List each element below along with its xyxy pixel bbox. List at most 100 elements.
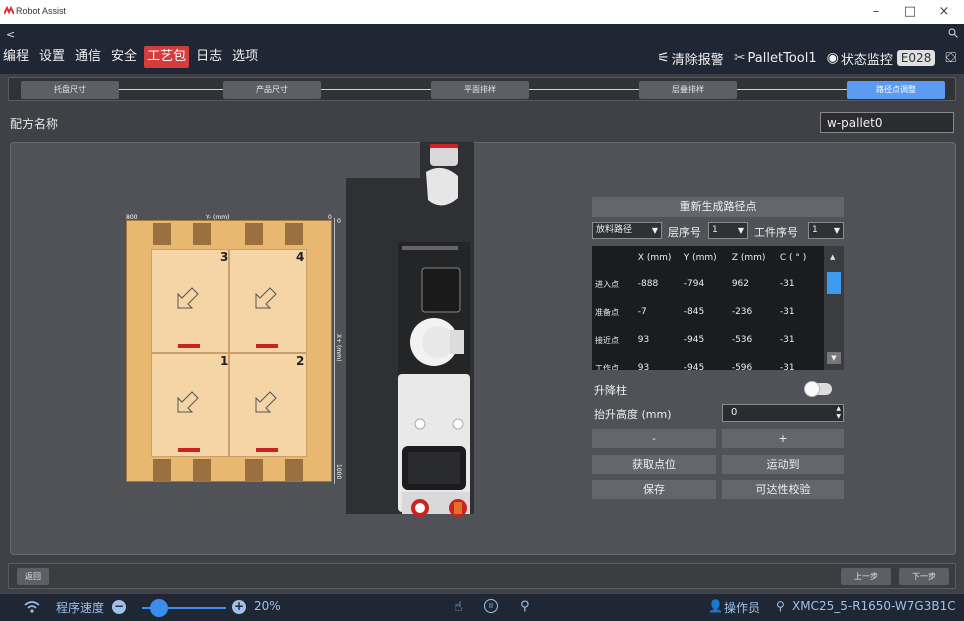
lift-height-stepper[interactable]: 0 ▲ ▼	[722, 404, 844, 422]
pallet-slat	[153, 223, 171, 245]
pallet-slat	[245, 223, 263, 245]
table-cell: 93	[637, 363, 650, 370]
tool-label: PalletTool1	[747, 50, 817, 66]
column-header: X (mm)	[637, 253, 672, 263]
return-button[interactable]: 返回	[17, 568, 49, 585]
step-pallet-size[interactable]: 托盘尺寸	[21, 81, 119, 99]
scroll-up-icon[interactable]: ▲	[830, 253, 835, 261]
emergency-stop-icon[interactable]: ⚲	[520, 599, 530, 614]
robot-icon-button[interactable]: ⛋	[945, 50, 958, 66]
clear-alarm-label: 清除报警	[671, 52, 724, 68]
error-code-badge[interactable]: E028	[896, 50, 936, 66]
menu-item-process-package[interactable]: 工艺包	[144, 46, 190, 68]
chevron-down-icon: ▼	[737, 226, 744, 235]
table-cell: -945	[683, 335, 705, 345]
prev-step-button[interactable]: 上一步	[841, 568, 891, 585]
step-path-adjust[interactable]: 路径点调整	[847, 81, 945, 99]
status-monitor-label: 状态监控	[840, 52, 893, 68]
table-row[interactable]: 进入点 -888 -794 962 -31	[592, 270, 824, 298]
column-header	[592, 246, 634, 270]
pause-icon[interactable]: II	[484, 599, 498, 613]
stepper-arrows-icon[interactable]: ▲ ▼	[836, 405, 841, 421]
table-cell: -794	[683, 279, 705, 289]
speed-slider-knob[interactable]	[150, 599, 168, 617]
column-header: C ( ° )	[779, 253, 807, 263]
operator-label[interactable]: 操作员	[724, 599, 760, 616]
table-row[interactable]: 工作点 93 -945 -596 -31	[592, 354, 824, 370]
column-header: Z (mm)	[731, 253, 766, 263]
pallet-cell-2[interactable]: 2	[229, 353, 307, 457]
wifi-icon	[24, 601, 40, 613]
app-logo-icon	[4, 6, 14, 15]
move-to-button[interactable]: 运动到	[722, 455, 844, 474]
table-cell: 93	[637, 335, 650, 345]
axis-right-bottom-label: 1000	[335, 464, 342, 480]
table-cell: -7	[637, 307, 647, 317]
chevron-down-icon: ▼	[651, 226, 658, 235]
search-icon[interactable]	[948, 28, 958, 38]
step-product-size[interactable]: 产品尺寸	[223, 81, 321, 99]
orientation-marker	[256, 448, 278, 452]
get-point-button[interactable]: 获取点位	[592, 455, 716, 474]
hand-pointer-icon[interactable]: ☝	[454, 599, 463, 615]
step-layer-stacking[interactable]: 层叠排样	[639, 81, 737, 99]
robot-hand-icon: ⛋	[945, 50, 956, 66]
path-type-select[interactable]: 放料路径 ▼	[592, 222, 662, 239]
cell-number: 3	[220, 250, 229, 264]
table-scrollbar[interactable]: ▲ ▼	[824, 246, 844, 370]
path-point-table: X (mm) Y (mm) Z (mm) C ( ° ) 进入点 -888 -7…	[592, 246, 844, 370]
table-cell: -888	[637, 279, 659, 289]
column-header: Y (mm)	[683, 253, 717, 263]
piece-index-select[interactable]: 1 ▼	[808, 222, 844, 239]
back-arrow-icon[interactable]: <	[6, 28, 15, 41]
pallet-slat	[193, 459, 211, 481]
program-speed-label: 程序速度	[56, 601, 105, 615]
status-bar: 程序速度 − + 20% ☝ II ⚲ 👤 操作员 ⚲ XMC25_5-R165…	[0, 594, 964, 621]
table-cell: -845	[683, 307, 705, 317]
scroll-thumb[interactable]	[827, 272, 841, 294]
menu-item-communication[interactable]: 通信	[72, 46, 104, 68]
table-cell: -596	[731, 363, 753, 370]
menu-item-log[interactable]: 日志	[193, 46, 225, 68]
menu-item-programming[interactable]: 编程	[0, 46, 32, 68]
layer-index-select[interactable]: 1 ▼	[708, 222, 748, 239]
increase-button[interactable]: +	[722, 429, 844, 448]
recipe-name-input[interactable]	[820, 112, 954, 133]
next-step-button[interactable]: 下一步	[899, 568, 949, 585]
speed-decrease-icon[interactable]: −	[112, 600, 126, 614]
step-plane-layout[interactable]: 平面排样	[431, 81, 529, 99]
minimize-button[interactable]: –	[862, 2, 890, 22]
pallet-cell-3[interactable]: 3	[151, 249, 229, 353]
nav-right-tools: ⚟ 清除报警 ✂ PalletTool1 ◉ 状态监控 E028 ⛋	[647, 46, 958, 70]
reachability-check-button[interactable]: 可达性校验	[722, 480, 844, 499]
layer-index-value: 1	[712, 225, 718, 235]
speed-increase-icon[interactable]: +	[232, 600, 246, 614]
table-cell: -31	[779, 335, 795, 345]
save-button[interactable]: 保存	[592, 480, 716, 499]
step-connector	[737, 89, 847, 90]
user-icon: 👤	[708, 599, 723, 613]
decrease-button[interactable]: -	[592, 429, 716, 448]
window-title: Robot Assist	[16, 6, 67, 16]
table-row[interactable]: 接近点 93 -945 -536 -31	[592, 326, 824, 354]
pallet-cell-4[interactable]: 4	[229, 249, 307, 353]
tool-selector[interactable]: ✂ PalletTool1	[734, 50, 817, 66]
maximize-button[interactable]: □	[896, 2, 924, 22]
scroll-down-icon[interactable]: ▼	[827, 352, 841, 364]
lift-column-toggle[interactable]	[804, 381, 832, 397]
table-row[interactable]: 准备点 -7 -845 -236 -31	[592, 298, 824, 326]
device-model-label: XMC25_5-R1650-W7G3B1C	[792, 599, 956, 613]
close-button[interactable]: ×	[930, 2, 958, 22]
clear-alarm-button[interactable]: ⚟ 清除报警	[657, 49, 724, 68]
menu-item-settings[interactable]: 设置	[36, 46, 68, 68]
pallet-slat	[153, 459, 171, 481]
table-cell: -536	[731, 335, 753, 345]
menu-item-safety[interactable]: 安全	[108, 46, 140, 68]
menu-item-options[interactable]: 选项	[229, 46, 261, 68]
step-connector	[119, 89, 223, 90]
regenerate-path-button[interactable]: 重新生成路径点	[592, 197, 844, 217]
row-header: 接近点	[595, 335, 619, 345]
pallet-cell-1[interactable]: 1	[151, 353, 229, 457]
robot-model-icon: ⚲	[776, 599, 785, 613]
status-monitor-button[interactable]: ◉ 状态监控 E028	[827, 49, 936, 68]
